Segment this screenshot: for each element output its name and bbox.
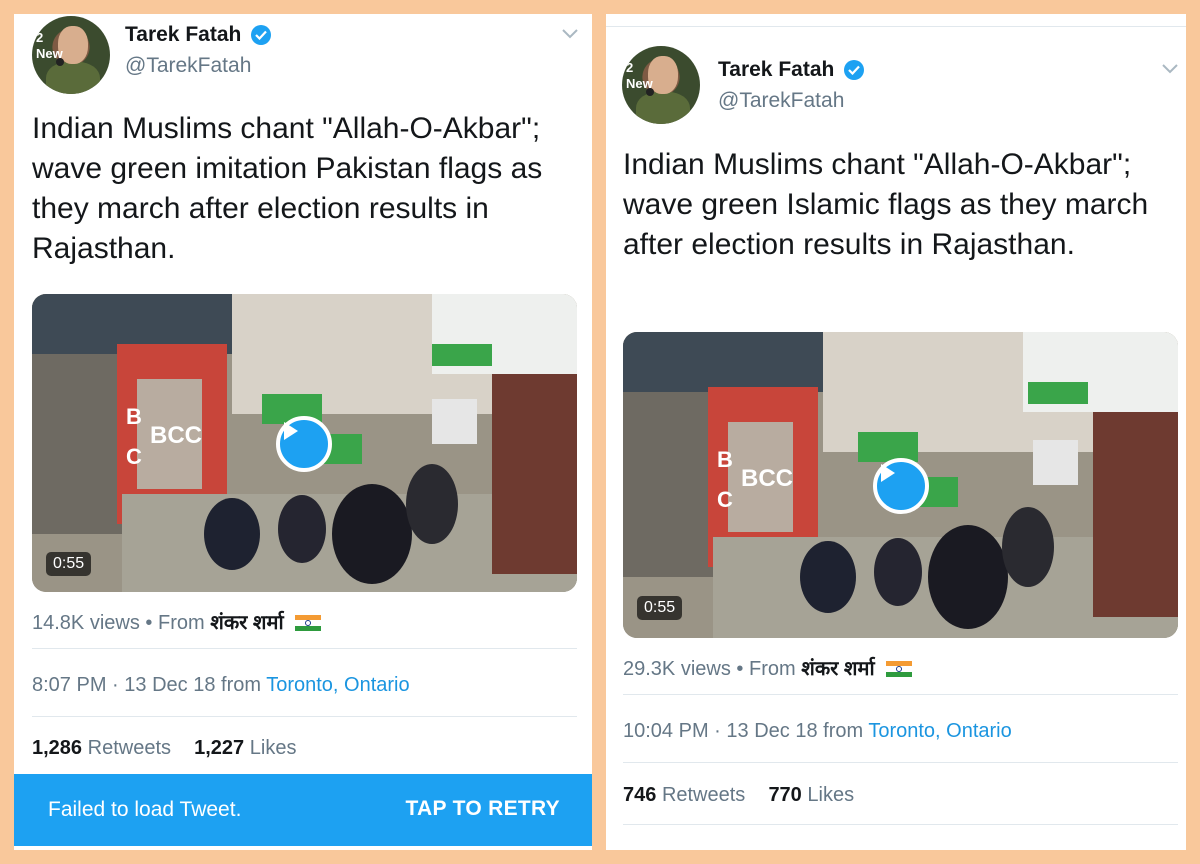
tweet-time[interactable]: 10:04 PM (623, 720, 709, 742)
from-location-label: from (221, 674, 262, 696)
verified-badge-icon (251, 25, 271, 45)
engagement-row: 1,286 Retweets 1,227 Likes (32, 737, 296, 760)
from-label: From (748, 658, 796, 680)
from-label: From (157, 612, 205, 634)
tweet-time[interactable]: 8:07 PM (32, 674, 106, 696)
error-bar: Failed to load Tweet. TAP TO RETRY (14, 774, 592, 846)
verified-badge-icon (844, 60, 864, 80)
divider (623, 824, 1178, 825)
author-handle[interactable]: @TarekFatah (125, 54, 251, 78)
shop-letter: C (126, 444, 142, 469)
video-player[interactable]: BCC B C 0:55 (32, 294, 577, 592)
tweet-card-right: 2 New Tarek Fatah @TarekFatah Indian Mus… (606, 14, 1186, 850)
video-player[interactable]: BCC B C 0:55 (623, 332, 1178, 638)
timestamp-row: 8:07 PM · 13 Dec 18 from Toronto, Ontari… (32, 674, 410, 697)
video-duration: 0:55 (46, 552, 92, 576)
india-flag-icon (295, 615, 322, 631)
chevron-down-icon[interactable] (560, 26, 580, 40)
location-link[interactable]: Toronto, Ontario (266, 674, 409, 696)
retry-button[interactable]: TAP TO RETRY (405, 797, 560, 821)
shop-letter: B (126, 404, 142, 429)
retweet-label[interactable]: Retweets (88, 737, 171, 759)
play-icon (284, 422, 298, 440)
from-user[interactable]: शंकर शर्मा (801, 658, 874, 680)
shop-sign: BCC (150, 422, 202, 449)
author-handle[interactable]: @TarekFatah (718, 89, 844, 113)
error-message: Failed to load Tweet. (48, 798, 242, 821)
shop-sign: BCC (741, 465, 793, 492)
author-name[interactable]: Tarek Fatah (718, 58, 834, 82)
avatar[interactable]: 2 New (32, 16, 110, 94)
shop-letter: B (717, 447, 733, 472)
divider (32, 648, 577, 649)
dot-separator: · (112, 674, 119, 696)
from-location-label: from (823, 720, 864, 742)
views-row: 14.8K views • From शंकर शर्मा (32, 608, 322, 635)
divider (623, 762, 1178, 763)
tweet-text: Indian Muslims chant "Allah-O-Akbar"; wa… (32, 112, 543, 265)
timestamp-row: 10:04 PM · 13 Dec 18 from Toronto, Ontar… (623, 720, 1012, 743)
shop-letter: C (717, 487, 733, 512)
video-duration: 0:55 (637, 596, 683, 620)
bullet-separator: • (145, 612, 153, 634)
from-user[interactable]: शंकर शर्मा (210, 612, 283, 634)
retweet-label[interactable]: Retweets (662, 784, 745, 806)
like-count[interactable]: 770 (768, 784, 801, 806)
avatar-caption: 2 New (626, 60, 653, 91)
divider (606, 26, 1186, 27)
tweet-date[interactable]: 13 Dec 18 (726, 720, 817, 742)
avatar-body (46, 62, 100, 94)
retweet-count[interactable]: 1,286 (32, 737, 82, 759)
bullet-separator: • (736, 658, 744, 680)
avatar-body (636, 92, 690, 124)
play-icon (881, 464, 895, 482)
tweet-card-left: 2 New Tarek Fatah @TarekFatah Indian Mus… (14, 14, 592, 850)
play-button[interactable] (276, 416, 332, 472)
like-count[interactable]: 1,227 (194, 737, 244, 759)
view-count: 29.3K views (623, 658, 731, 680)
tweet-text: Indian Muslims chant "Allah-O-Akbar"; wa… (623, 148, 1149, 261)
views-row: 29.3K views • From शंकर शर्मा (623, 654, 913, 681)
divider (623, 694, 1178, 695)
like-label[interactable]: Likes (807, 784, 854, 806)
india-flag-icon (886, 661, 913, 677)
engagement-row: 746 Retweets 770 Likes (623, 784, 854, 807)
like-label[interactable]: Likes (250, 737, 297, 759)
view-count: 14.8K views (32, 612, 140, 634)
retweet-count[interactable]: 746 (623, 784, 656, 806)
divider (32, 716, 577, 717)
avatar-caption: 2 New (36, 30, 63, 61)
avatar[interactable]: 2 New (622, 46, 700, 124)
location-link[interactable]: Toronto, Ontario (868, 720, 1011, 742)
tweet-date[interactable]: 13 Dec 18 (124, 674, 215, 696)
author-name[interactable]: Tarek Fatah (125, 23, 241, 47)
dot-separator: · (714, 720, 721, 742)
chevron-down-icon[interactable] (1160, 61, 1180, 75)
play-button[interactable] (873, 458, 929, 514)
